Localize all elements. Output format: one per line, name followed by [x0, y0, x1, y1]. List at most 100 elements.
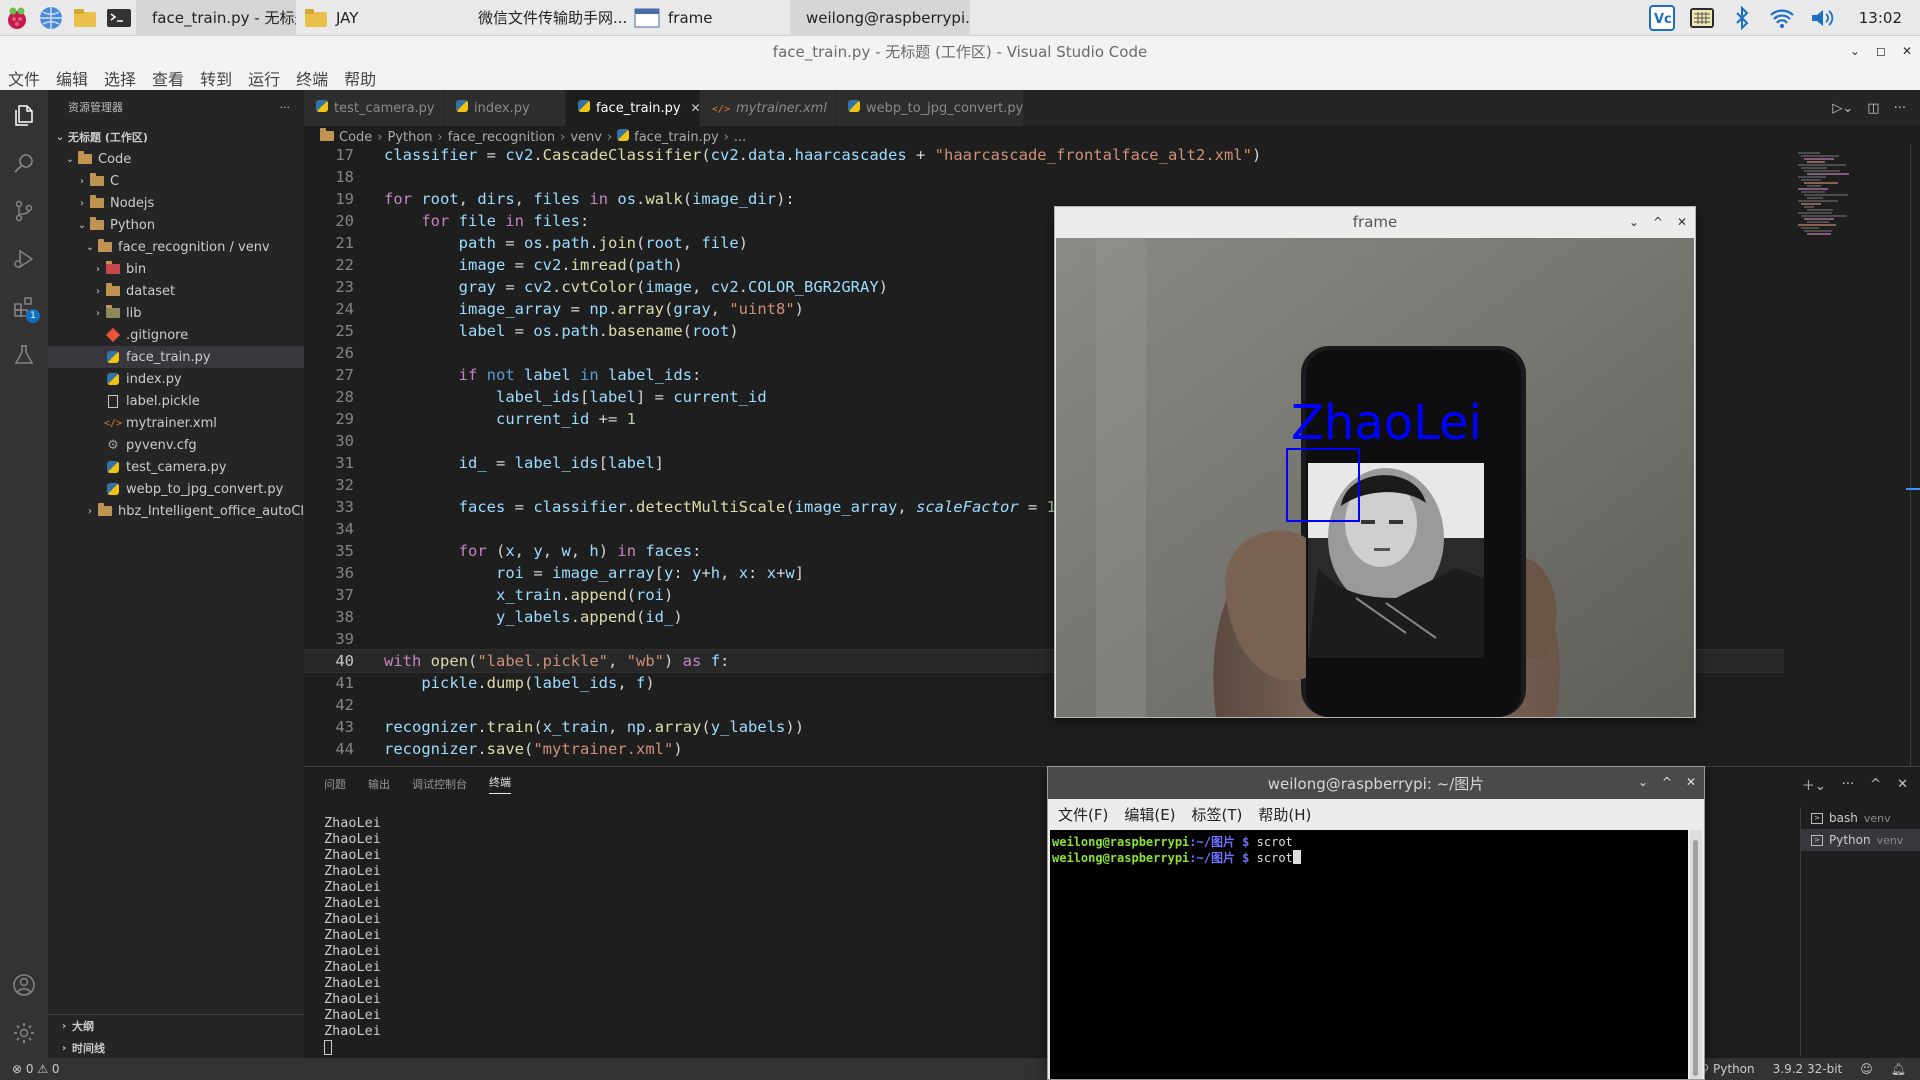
- editor-scrollbar[interactable]: [1906, 144, 1920, 766]
- tree-folder-c[interactable]: › C: [48, 170, 304, 192]
- explorer-more-button[interactable]: ···: [280, 101, 291, 114]
- tree-file-label-pickle[interactable]: label.pickle: [48, 390, 304, 412]
- terminal-body[interactable]: weilong@raspberrypi:~/图片 $ scrot weilong…: [1050, 830, 1688, 1079]
- menu-terminal[interactable]: 终端: [294, 66, 330, 90]
- close-icon[interactable]: ✕: [1902, 44, 1912, 58]
- terminal-menu-file[interactable]: 文件(F): [1058, 804, 1108, 825]
- breadcrumb-item[interactable]: Python: [387, 130, 432, 145]
- taskbar-task-vscode[interactable]: face_train.py - 无标题...: [136, 0, 296, 36]
- search-icon[interactable]: [11, 150, 37, 176]
- frame-titlebar[interactable]: frame ⌄ ^ ✕: [1055, 207, 1695, 237]
- settings-gear-icon[interactable]: [11, 1020, 37, 1046]
- minimize-icon[interactable]: ⌄: [1850, 44, 1860, 58]
- tree-folder-dataset[interactable]: › dataset: [48, 280, 304, 302]
- breadcrumb-item[interactable]: Code: [339, 130, 372, 145]
- tab-mytrainer[interactable]: </> mytrainer.xml: [700, 90, 836, 126]
- panel-tab-terminal[interactable]: 终端: [489, 774, 511, 794]
- interpreter-status[interactable]: 3.9.2 32-bit: [1773, 1062, 1843, 1076]
- wifi-icon[interactable]: [1769, 5, 1795, 31]
- breadcrumb-item[interactable]: ...: [734, 130, 746, 145]
- taskbar-task-frame[interactable]: frame: [626, 0, 790, 36]
- close-icon[interactable]: ✕: [1686, 775, 1696, 789]
- tree-folder-bin[interactable]: › bin: [48, 258, 304, 280]
- menu-selection[interactable]: 选择: [102, 66, 138, 90]
- close-icon[interactable]: ✕: [1677, 215, 1687, 229]
- minimap[interactable]: [1784, 144, 1904, 766]
- tree-folder-code[interactable]: ⌄ Code: [48, 148, 304, 170]
- tree-folder-lib[interactable]: › lib: [48, 302, 304, 324]
- source-control-icon[interactable]: [11, 198, 37, 224]
- terminal-launcher-icon[interactable]: [102, 0, 136, 36]
- tree-file-pyvenv[interactable]: ⚙ pyvenv.cfg: [48, 434, 304, 456]
- tree-folder-nodejs[interactable]: › Nodejs: [48, 192, 304, 214]
- extensions-icon[interactable]: 1: [11, 294, 40, 323]
- volume-icon[interactable]: [1809, 5, 1835, 31]
- terminal-menu-tabs[interactable]: 标签(T): [1192, 804, 1243, 825]
- code-line[interactable]: 44 recognizer.save("mytrainer.xml"): [304, 738, 1784, 760]
- file-manager-launcher-icon[interactable]: [68, 0, 102, 36]
- menu-view[interactable]: 查看: [150, 66, 186, 90]
- code-line[interactable]: 18: [304, 166, 1784, 188]
- taskbar-task-terminal[interactable]: weilong@raspberrypi...: [790, 0, 970, 36]
- terminal-menu-help[interactable]: 帮助(H): [1258, 804, 1311, 825]
- breadcrumb-item[interactable]: venv: [570, 130, 602, 145]
- minimize-icon[interactable]: ⌄: [1638, 775, 1648, 789]
- terminal-item-bash[interactable]: > bash venv: [1801, 807, 1920, 829]
- tree-workspace[interactable]: ⌄ 无标题 (工作区): [48, 126, 304, 148]
- tab-index[interactable]: index.py: [444, 90, 566, 126]
- taskbar-task-browser[interactable]: 微信文件传输助手网...: [462, 0, 626, 36]
- tree-file-test-camera[interactable]: test_camera.py: [48, 456, 304, 478]
- close-panel-icon[interactable]: ✕: [1897, 777, 1908, 792]
- menu-edit[interactable]: 编辑: [54, 66, 90, 90]
- account-icon[interactable]: [11, 972, 37, 998]
- code-line[interactable]: 43 recognizer.train(x_train, np.array(y_l…: [304, 716, 1784, 738]
- problems-status[interactable]: ⊗ 0 ⚠ 0: [0, 1062, 60, 1076]
- tab-face-train[interactable]: face_train.py ✕: [566, 90, 701, 126]
- split-editor-icon[interactable]: ◫: [1867, 101, 1879, 116]
- vnc-icon[interactable]: Vc: [1648, 5, 1675, 31]
- new-terminal-icon[interactable]: ＋⌄: [1802, 775, 1826, 794]
- testing-flask-icon[interactable]: [11, 342, 37, 368]
- menu-run[interactable]: 运行: [246, 66, 282, 90]
- explorer-icon[interactable]: [11, 102, 37, 128]
- tree-file-mytrainer[interactable]: </> mytrainer.xml: [48, 412, 304, 434]
- more-actions-icon[interactable]: ···: [1842, 777, 1854, 792]
- maximize-icon[interactable]: ◻: [1876, 44, 1886, 58]
- tab-webp-convert[interactable]: webp_to_jpg_convert.py: [836, 90, 1024, 126]
- maximize-panel-icon[interactable]: ^: [1870, 777, 1881, 792]
- timeline-section[interactable]: › 时间线: [48, 1037, 304, 1059]
- terminal-item-python[interactable]: > Python venv: [1801, 829, 1920, 851]
- breadcrumb-item[interactable]: face_recognition: [448, 130, 555, 145]
- code-line[interactable]: 17 classifier = cv2.CascadeClassifier(cv2…: [304, 144, 1784, 166]
- tree-file-gitignore[interactable]: .gitignore: [48, 324, 304, 346]
- outline-section[interactable]: › 大纲: [48, 1015, 304, 1037]
- integrated-terminal-output[interactable]: ZhaoLei ZhaoLei ZhaoLei ZhaoLei ZhaoLei ZhaoL…: [324, 815, 381, 1055]
- terminal-titlebar[interactable]: weilong@raspberrypi: ~/图片 ⌄ ^ ✕: [1048, 767, 1704, 799]
- clock[interactable]: 13:02: [1859, 9, 1902, 27]
- minimize-icon[interactable]: ⌄: [1629, 215, 1639, 229]
- tree-file-face-train[interactable]: face_train.py: [48, 346, 304, 368]
- bluetooth-icon[interactable]: [1729, 5, 1755, 31]
- more-actions-icon[interactable]: ···: [1894, 101, 1906, 116]
- feedback-icon[interactable]: ☺: [1860, 1062, 1873, 1076]
- tree-folder-venv[interactable]: ⌄ face_recognition / venv: [48, 236, 304, 258]
- language-status[interactable]: ⚲ Python: [1700, 1062, 1754, 1076]
- raspberry-menu-icon[interactable]: [0, 0, 34, 36]
- taskbar-task-folder[interactable]: JAY: [296, 0, 462, 36]
- browser-launcher-icon[interactable]: [34, 0, 68, 36]
- input-method-keyboard-icon[interactable]: [1689, 5, 1715, 31]
- run-icon[interactable]: ▷⌄: [1832, 101, 1853, 116]
- tree-file-webp-convert[interactable]: webp_to_jpg_convert.py: [48, 478, 304, 500]
- tree-folder-python[interactable]: ⌄ Python: [48, 214, 304, 236]
- panel-tab-problems[interactable]: 问题: [324, 776, 346, 792]
- breadcrumb-item[interactable]: face_train.py: [634, 130, 719, 145]
- run-debug-icon[interactable]: [11, 246, 37, 272]
- notifications-bell-icon[interactable]: 🔔︎: [1891, 1062, 1906, 1076]
- menu-help[interactable]: 帮助: [342, 66, 378, 90]
- menu-file[interactable]: 文件: [6, 66, 42, 90]
- tree-folder-hbz[interactable]: › hbz_Intelligent_office_autoClient: [48, 500, 304, 522]
- terminal-scrollbar[interactable]: [1690, 830, 1702, 1079]
- tab-test-camera[interactable]: test_camera.py: [304, 90, 444, 126]
- tree-file-index[interactable]: index.py: [48, 368, 304, 390]
- maximize-icon[interactable]: ^: [1662, 775, 1672, 789]
